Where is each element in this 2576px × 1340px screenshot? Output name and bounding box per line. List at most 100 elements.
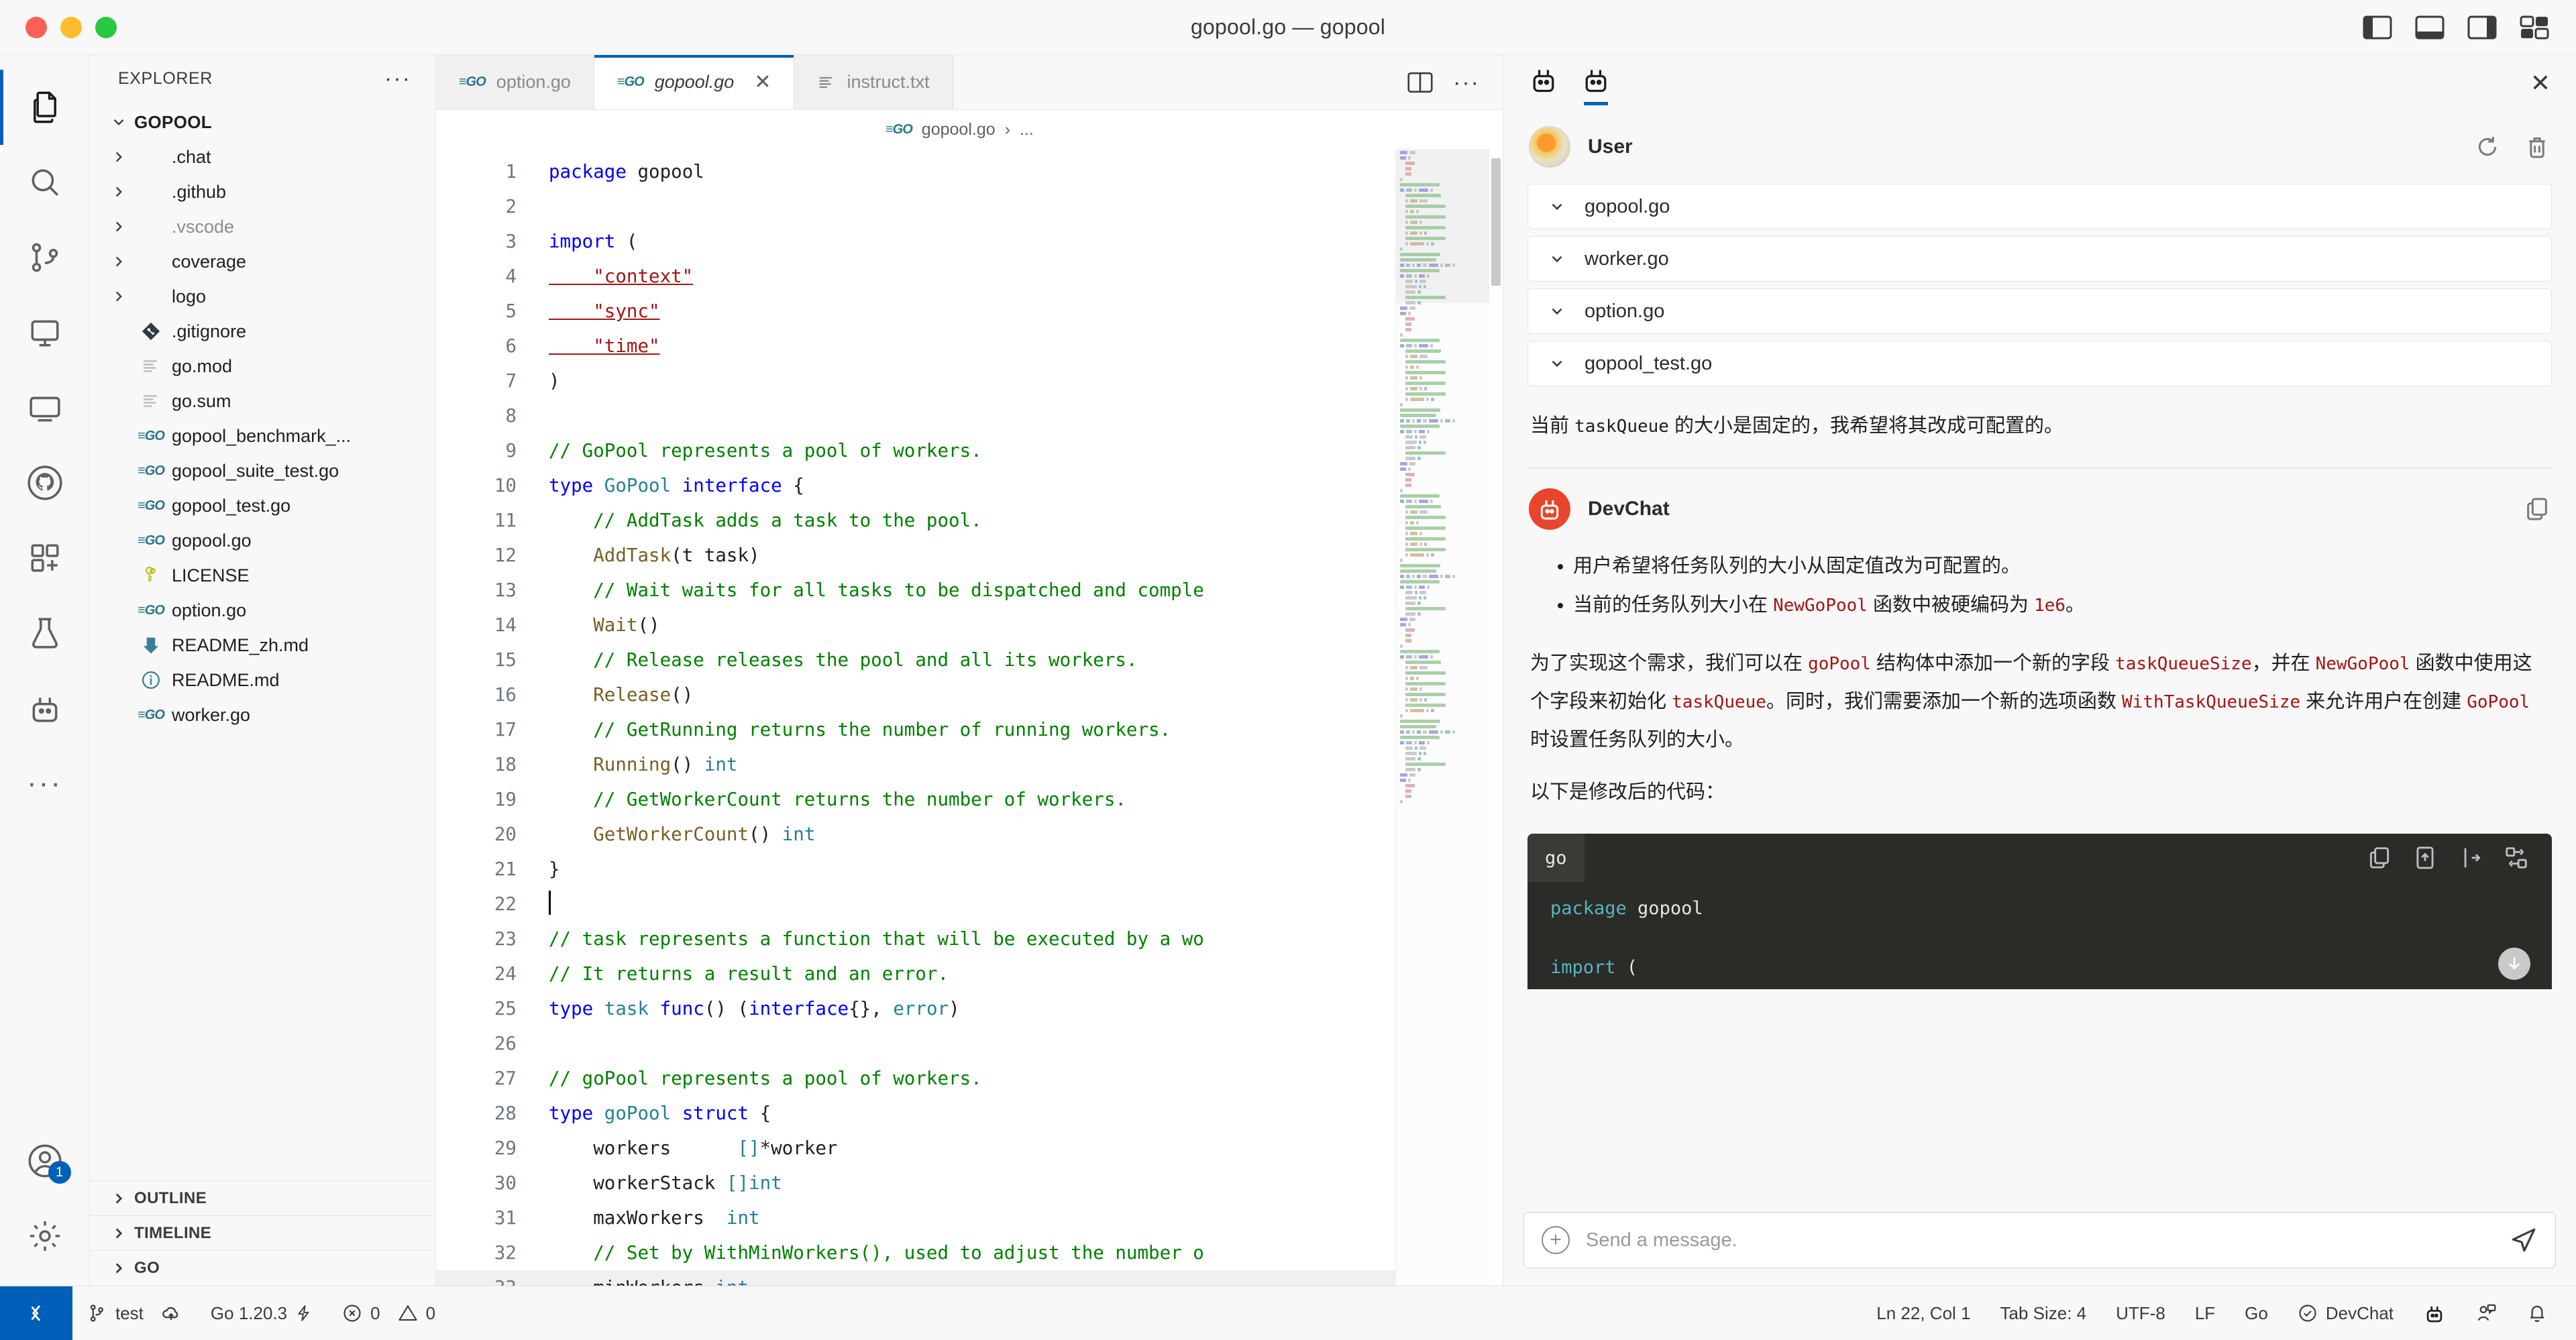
context-file-worker-go[interactable]: worker.go (1527, 236, 2552, 282)
customize-layout-icon[interactable] (2520, 15, 2549, 40)
tree-item-vscode[interactable]: .vscode (90, 209, 435, 244)
tree-item-gopool-test[interactable]: ≡GO gopool_test.go (90, 488, 435, 523)
tab-option-go[interactable]: ≡GO option.go (436, 55, 594, 109)
sidebar-item-settings[interactable] (0, 1198, 90, 1274)
status-encoding[interactable]: UTF-8 (2101, 1303, 2180, 1324)
sidebar-item-extensions[interactable] (0, 520, 90, 596)
tree-item-coverage[interactable]: coverage (90, 244, 435, 279)
tree-item-option-go[interactable]: ≡GO option.go (90, 593, 435, 628)
toggle-secondary-sidebar-icon[interactable] (2467, 15, 2497, 40)
sidebar-item-search[interactable] (0, 145, 90, 220)
para-code: taskQueue (1672, 692, 1766, 712)
context-file-label: gopool.go (1585, 196, 1670, 218)
toggle-primary-sidebar-icon[interactable] (2363, 15, 2392, 40)
devchat-code-block[interactable]: go package gopool import ( (1527, 834, 2552, 989)
status-notifications[interactable] (2512, 1302, 2563, 1324)
more-actions-icon[interactable]: ··· (1453, 79, 1480, 86)
devchat-tab-1[interactable] (1529, 65, 1558, 101)
sidebar-item-source-control[interactable] (0, 220, 90, 295)
code-block-source[interactable]: package gopool import ( (1527, 882, 2552, 989)
copy-icon[interactable] (2367, 845, 2392, 871)
arrow-down-icon[interactable] (2498, 948, 2530, 980)
reload-icon[interactable] (2474, 133, 2501, 160)
status-branch[interactable]: test (72, 1303, 196, 1324)
status-devchat-icon[interactable] (2408, 1302, 2461, 1325)
insert-cursor-icon[interactable] (2458, 845, 2483, 871)
sync-cloud-icon[interactable] (161, 1303, 181, 1323)
chat-input-placeholder[interactable]: Send a message. (1586, 1229, 2493, 1251)
sidebar-item-more[interactable]: ··· (0, 746, 90, 821)
tree-item-go-sum[interactable]: go.sum (90, 384, 435, 418)
tree-item-gopool-benchmark[interactable]: ≡GO gopool_benchmark_... (90, 418, 435, 453)
tree-item-license[interactable]: LICENSE (90, 558, 435, 593)
copy-icon[interactable] (2524, 496, 2551, 522)
devchat-tab-2[interactable] (1581, 65, 1611, 101)
status-language-mode[interactable]: Go (2230, 1303, 2283, 1324)
context-file-gopool-go[interactable]: gopool.go (1527, 184, 2552, 229)
sidebar-item-testing[interactable] (0, 295, 90, 370)
chevron-down-icon[interactable] (1547, 250, 1567, 268)
close-icon[interactable]: ✕ (754, 70, 771, 94)
breadcrumb[interactable]: ≡GO gopool.go › ... (436, 110, 1503, 149)
editor-scrollbar[interactable] (1489, 149, 1503, 1286)
window-title: gopool.go — gopool (0, 15, 2576, 40)
status-devchat-label: DevChat (2326, 1303, 2394, 1324)
devchat-bullets: 用户希望将任务队列的大小从固定值改为可配置的。 当前的任务队列大小在 NewGo… (1523, 539, 2556, 632)
insert-file-icon[interactable] (2412, 845, 2438, 871)
status-eol[interactable]: LF (2180, 1303, 2230, 1324)
breadcrumb-file[interactable]: gopool.go (922, 120, 996, 139)
tree-item-chat[interactable]: .chat (90, 139, 435, 174)
scrollbar-thumb[interactable] (1491, 158, 1501, 286)
close-panel-icon[interactable]: ✕ (2530, 69, 2551, 97)
minimap[interactable] (1395, 149, 1489, 1286)
tree-item-go-mod[interactable]: go.mod (90, 349, 435, 384)
split-editor-icon[interactable] (1407, 71, 1433, 94)
tree-item-logo[interactable]: logo (90, 279, 435, 314)
sidebar-item-explorer[interactable] (0, 70, 90, 145)
tab-instruct-txt[interactable]: instruct.txt (794, 55, 953, 109)
tree-item-github[interactable]: .github (90, 174, 435, 209)
status-tab-size[interactable]: Tab Size: 4 (1986, 1303, 2102, 1324)
sidebar-item-devchat[interactable] (0, 671, 90, 746)
breadcrumb-rest[interactable]: ... (1020, 120, 1034, 139)
markdown-down-icon (134, 635, 168, 655)
sidebar-item-accounts[interactable]: 1 (0, 1123, 90, 1198)
remote-window-button[interactable] (0, 1286, 72, 1340)
tree-item-gopool-suite-test[interactable]: ≡GO gopool_suite_test.go (90, 453, 435, 488)
toggle-panel-icon[interactable] (2415, 15, 2445, 40)
status-devchat[interactable]: DevChat (2283, 1303, 2408, 1324)
tree-item-label: .github (172, 182, 226, 203)
status-go-version[interactable]: Go 1.20.3 (196, 1303, 327, 1324)
chevron-down-icon[interactable] (1547, 355, 1567, 372)
chevron-down-icon[interactable] (1547, 198, 1567, 215)
tree-item-gitignore[interactable]: .gitignore (90, 314, 435, 349)
tree-item-readme[interactable]: README.md (90, 663, 435, 697)
sidebar-section-timeline[interactable]: TIMELINE (90, 1216, 435, 1251)
plus-circle-icon[interactable]: + (1542, 1226, 1570, 1254)
source-code[interactable]: 1package gopool23import (4 "context"5 "s… (436, 149, 1395, 1286)
sidebar-section-outline[interactable]: OUTLINE (90, 1181, 435, 1216)
chevron-down-icon[interactable] (1547, 302, 1567, 320)
context-file-gopool-test-go[interactable]: gopool_test.go (1527, 341, 2552, 386)
sidebar-item-github[interactable] (0, 445, 90, 520)
sidebar-item-remote-explorer[interactable] (0, 370, 90, 445)
sidebar-item-test-explorer[interactable] (0, 596, 90, 671)
tree-item-gopool-go[interactable]: ≡GO gopool.go (90, 523, 435, 558)
tree-root-gopool[interactable]: GOPOOL (90, 105, 435, 139)
send-icon[interactable] (2510, 1226, 2538, 1254)
code-viewport[interactable]: 1package gopool23import (4 "context"5 "s… (436, 149, 1395, 1286)
tab-gopool-go[interactable]: ≡GO gopool.go ✕ (594, 55, 795, 109)
explorer-more-actions-button[interactable]: ··· (384, 75, 411, 82)
diff-icon[interactable] (2504, 845, 2529, 871)
trash-icon[interactable] (2524, 133, 2551, 160)
accounts-badge: 1 (48, 1161, 71, 1184)
sidebar-section-go[interactable]: GO (90, 1251, 435, 1286)
context-file-option-go[interactable]: option.go (1527, 288, 2552, 334)
status-problems[interactable]: 0 0 (327, 1303, 450, 1324)
status-cursor-position[interactable]: Ln 22, Col 1 (1862, 1303, 1985, 1324)
tree-item-worker-go[interactable]: ≡GO worker.go (90, 697, 435, 732)
tree-item-readme-zh[interactable]: README_zh.md (90, 628, 435, 663)
editor-area: 1package gopool23import (4 "context"5 "s… (436, 149, 1503, 1286)
chat-input-box[interactable]: + Send a message. (1523, 1212, 2556, 1268)
status-feedback[interactable] (2461, 1302, 2512, 1324)
